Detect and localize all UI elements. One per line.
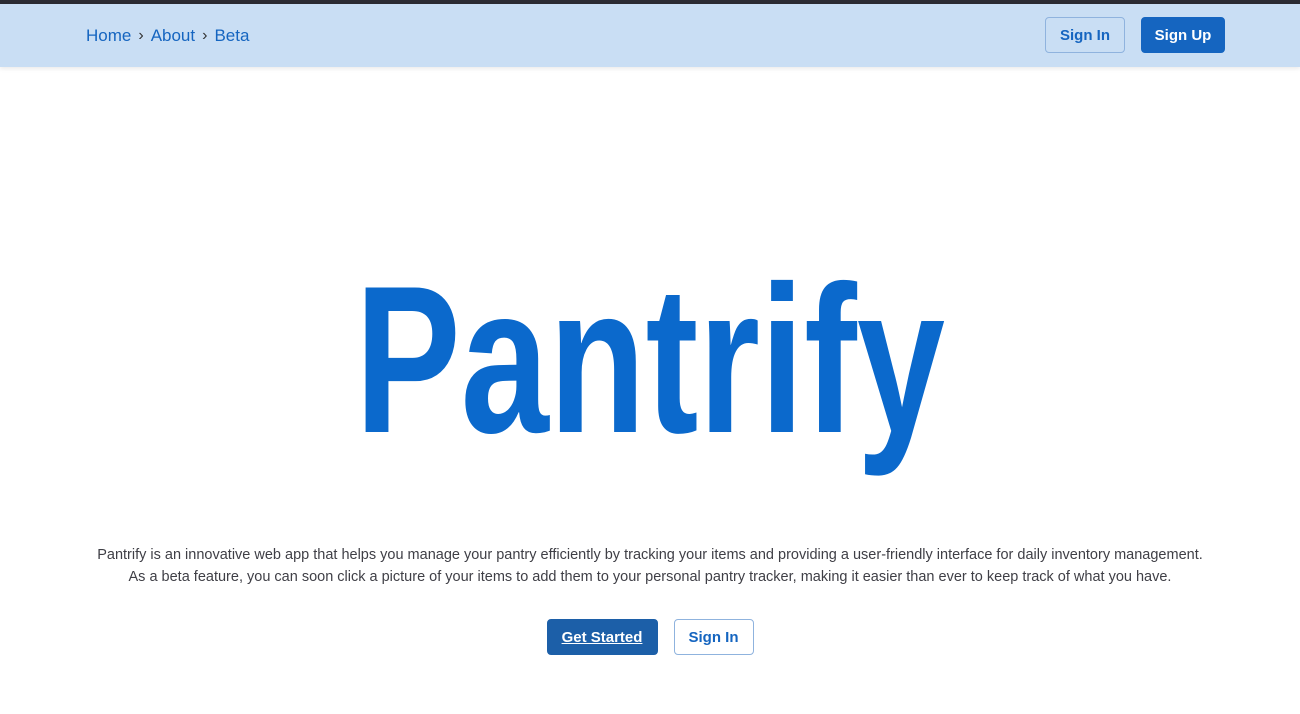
navbar: Home › About › Beta Sign In Sign Up [0, 4, 1300, 67]
description-line-1: Pantrify is an innovative web app that h… [97, 547, 1203, 563]
breadcrumb-home-link[interactable]: Home [86, 26, 131, 46]
logo-wordmark: Pantrify [355, 250, 945, 477]
breadcrumb-separator: › [138, 26, 144, 44]
nav-actions: Sign In Sign Up [1045, 17, 1225, 53]
breadcrumb-beta-link[interactable]: Beta [214, 26, 249, 46]
breadcrumb-separator: › [202, 26, 208, 44]
cta-sign-in-button[interactable]: Sign In [673, 619, 754, 655]
app-description: Pantrify is an innovative web app that h… [0, 544, 1300, 588]
cta-buttons: Get Started Sign In [0, 619, 1300, 655]
nav-sign-in-button[interactable]: Sign In [1045, 17, 1125, 53]
get-started-button[interactable]: Get Started [546, 619, 658, 655]
pantrify-logo: Pantrify [330, 242, 970, 490]
breadcrumb: Home › About › Beta [86, 4, 249, 67]
breadcrumb-about-link[interactable]: About [151, 26, 195, 46]
nav-sign-up-button[interactable]: Sign Up [1141, 17, 1225, 53]
description-line-2: As a beta feature, you can soon click a … [128, 569, 1172, 585]
